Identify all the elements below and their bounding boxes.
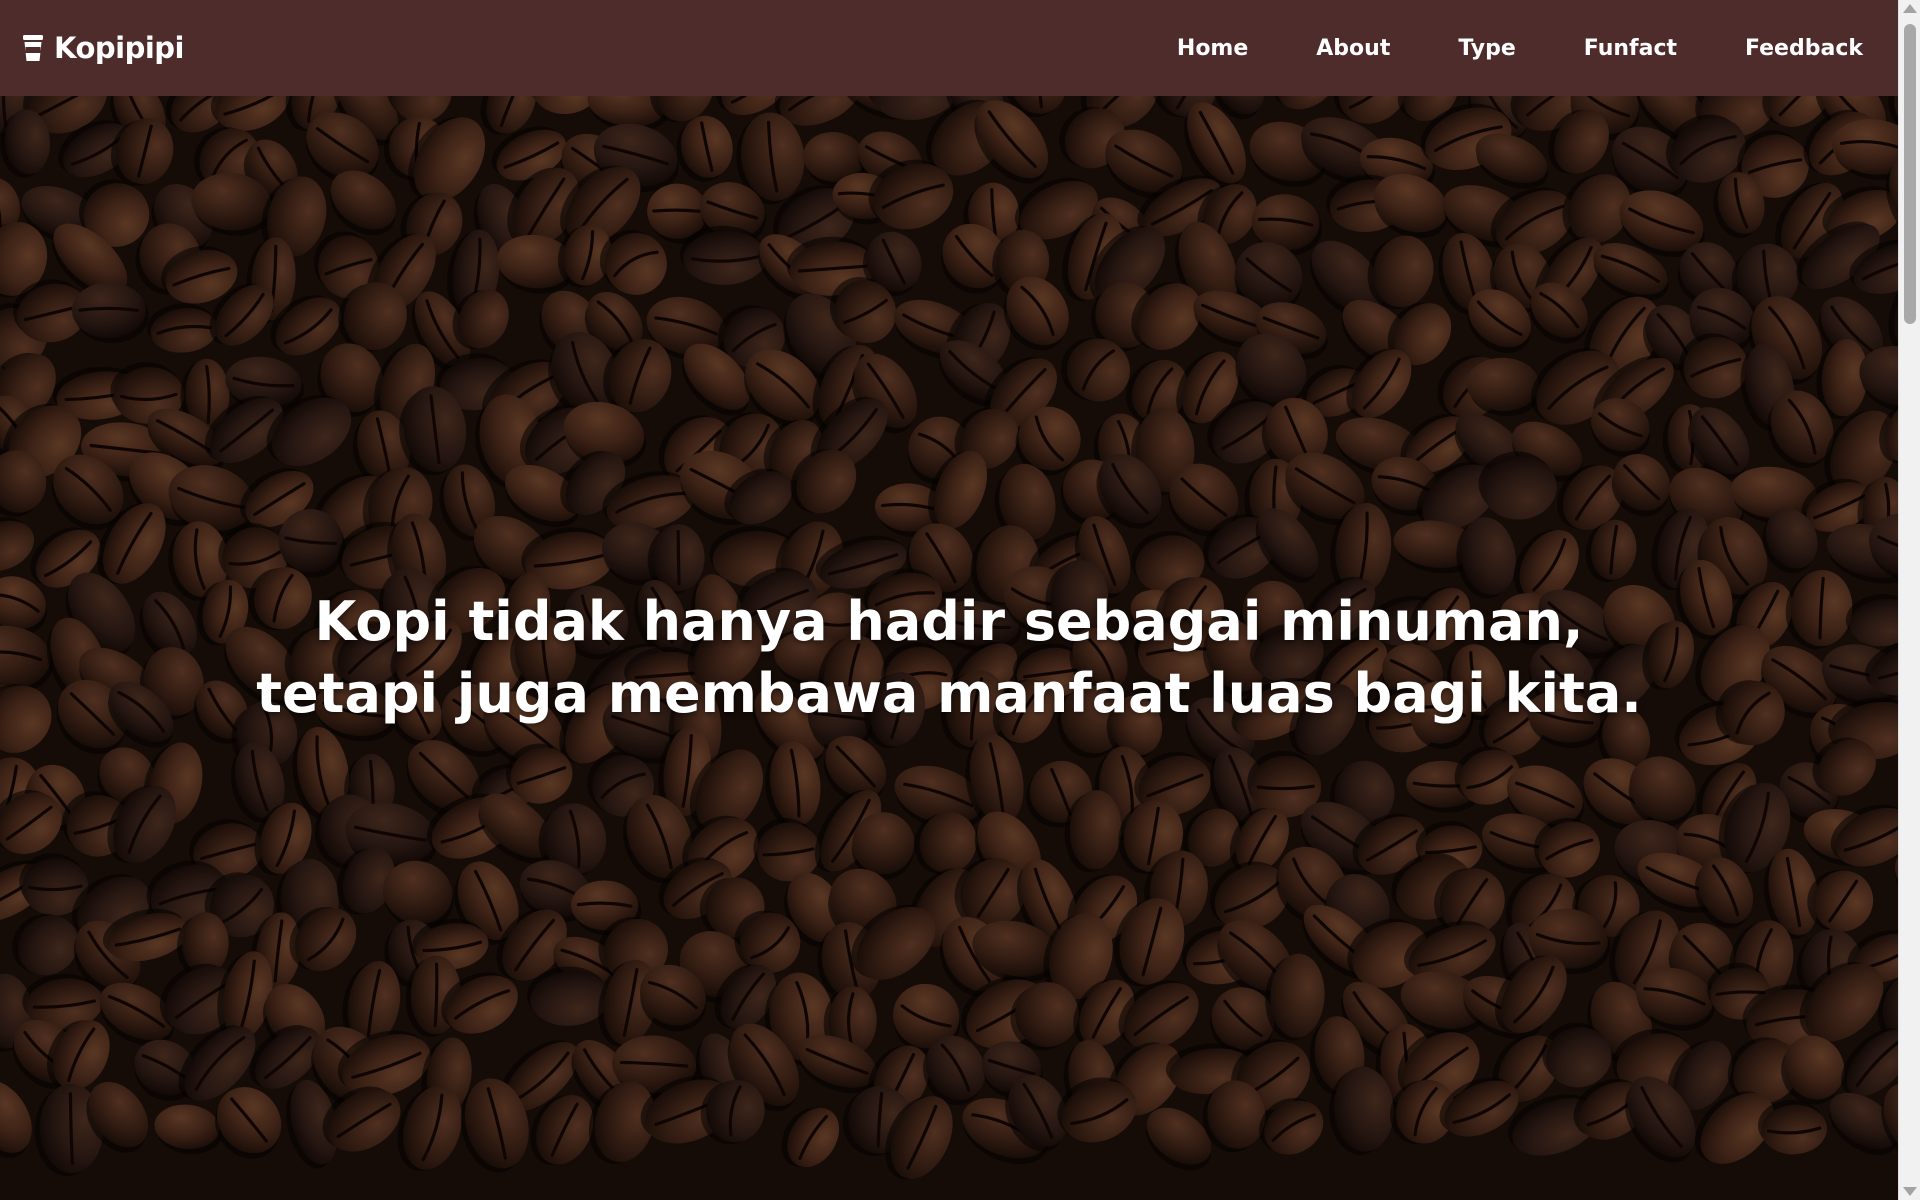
nav-home[interactable]: Home xyxy=(1177,36,1248,61)
hero-line-2: tetapi juga membawa manfaat luas bagi ki… xyxy=(256,662,1642,725)
navbar: Kopipipi Home About Type Funfact Feedbac… xyxy=(0,0,1898,96)
page: Kopipipi Home About Type Funfact Feedbac… xyxy=(0,0,1920,1200)
scrollbar-thumb[interactable] xyxy=(1904,24,1916,324)
nav-links: Home About Type Funfact Feedback xyxy=(1109,36,1863,61)
scroll-down-arrow-icon[interactable] xyxy=(1903,1187,1917,1196)
hero-section: Kopi tidak hanya hadir sebagai minuman, … xyxy=(0,96,1898,1200)
nav-funfact[interactable]: Funfact xyxy=(1584,36,1677,61)
scrollbar[interactable] xyxy=(1898,0,1920,1200)
hero-line-1: Kopi tidak hanya hadir sebagai minuman, xyxy=(314,590,1584,653)
hero-headline: Kopi tidak hanya hadir sebagai minuman, … xyxy=(0,586,1898,730)
coffee-cup-icon xyxy=(23,35,43,61)
nav-type[interactable]: Type xyxy=(1458,36,1515,61)
nav-about[interactable]: About xyxy=(1316,36,1390,61)
nav-feedback[interactable]: Feedback xyxy=(1745,36,1863,61)
brand-link[interactable]: Kopipipi xyxy=(20,31,184,65)
scroll-up-arrow-icon[interactable] xyxy=(1903,4,1917,13)
brand-name: Kopipipi xyxy=(54,31,184,65)
